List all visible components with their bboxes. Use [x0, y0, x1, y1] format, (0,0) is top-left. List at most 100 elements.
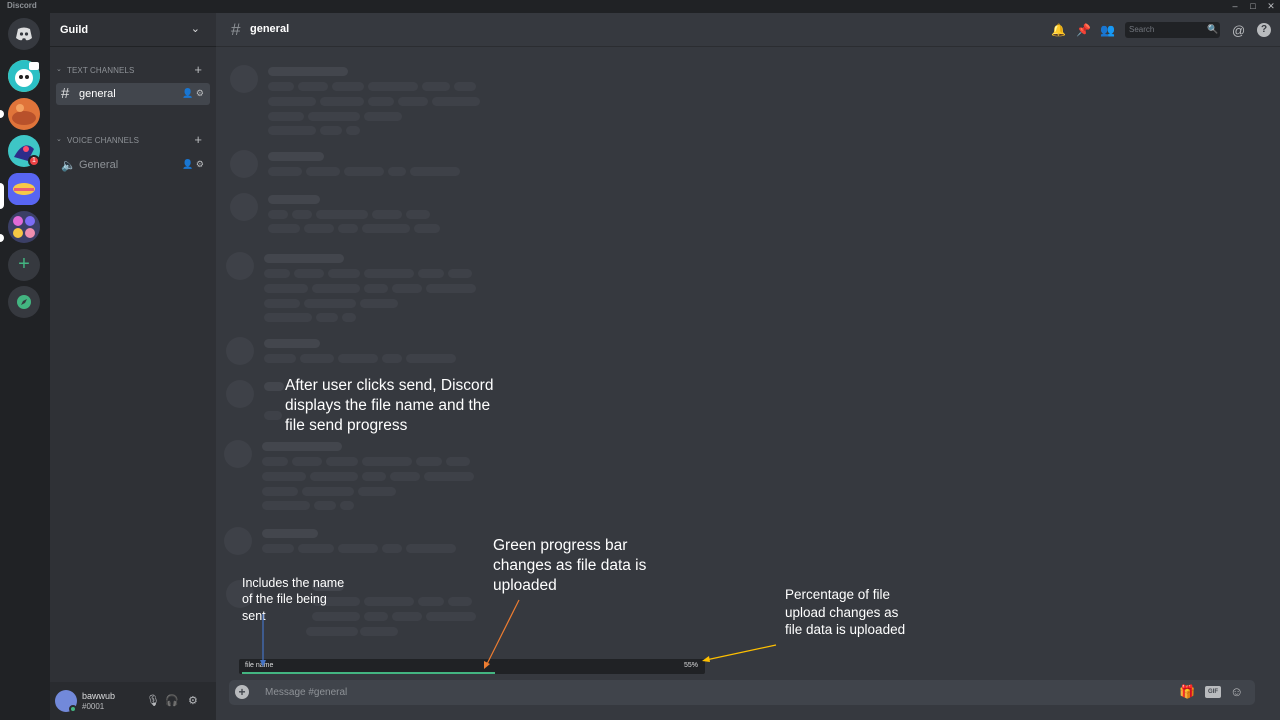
compass-icon: [17, 295, 31, 309]
channel-title: general: [250, 23, 290, 35]
placeholder-line: [268, 210, 288, 219]
placeholder-line: [264, 313, 312, 322]
placeholder-line: [426, 284, 476, 293]
placeholder-line: [454, 82, 476, 91]
server-avatar-icon: [8, 60, 40, 92]
help-icon[interactable]: ?: [1257, 23, 1271, 37]
hash-icon: #: [61, 85, 70, 102]
category-voice-channels[interactable]: VOICE CHANNELS: [67, 136, 139, 145]
placeholder-line: [418, 597, 444, 606]
placeholder-line: [262, 501, 310, 510]
search-placeholder: Search: [1129, 25, 1155, 34]
home-button[interactable]: [8, 18, 40, 50]
add-server-button[interactable]: +: [8, 249, 40, 281]
gif-icon[interactable]: GIF: [1205, 686, 1221, 698]
placeholder-line: [406, 354, 456, 363]
guild-icon-2[interactable]: [8, 98, 40, 130]
placeholder-line: [426, 612, 476, 621]
placeholder-line: [340, 501, 354, 510]
gift-icon[interactable]: 🎁: [1179, 684, 1195, 700]
placeholder-avatar: [224, 440, 252, 468]
placeholder-line: [448, 269, 472, 278]
placeholder-line: [362, 224, 410, 233]
guild-folder[interactable]: [8, 211, 40, 243]
placeholder-line: [310, 472, 358, 481]
bell-icon[interactable]: 🔔: [1051, 23, 1066, 37]
add-channel-icon[interactable]: +: [194, 132, 202, 147]
placeholder-line: [360, 627, 398, 636]
maximize-button[interactable]: □: [1244, 0, 1262, 13]
members-icon[interactable]: 👥: [1100, 23, 1115, 37]
discord-logo-icon: [16, 27, 32, 41]
placeholder-line: [298, 544, 334, 553]
search-input[interactable]: Search 🔍: [1125, 22, 1220, 38]
category-text-channels[interactable]: TEXT CHANNELS: [67, 66, 134, 75]
placeholder-avatar: [224, 527, 252, 555]
unread-pill: [0, 110, 4, 118]
placeholder-line: [362, 457, 412, 466]
placeholder-line: [306, 627, 358, 636]
placeholder-line: [406, 544, 456, 553]
placeholder-line: [388, 167, 406, 176]
placeholder-line: [320, 97, 364, 106]
placeholder-line: [262, 487, 298, 496]
placeholder-line: [410, 167, 460, 176]
voice-channel-general[interactable]: 🔈 General 👤 ⚙: [56, 154, 210, 176]
arrow-progress: [485, 599, 520, 667]
placeholder-line: [346, 126, 360, 135]
placeholder-line: [268, 195, 320, 204]
placeholder-line: [262, 472, 306, 481]
message-composer[interactable]: + Message #general 🎁 GIF ☺: [229, 680, 1255, 705]
placeholder-line: [264, 354, 296, 363]
placeholder-line: [306, 167, 340, 176]
gear-icon[interactable]: ⚙: [188, 694, 198, 707]
collapse-caret-icon[interactable]: ⌄: [56, 65, 62, 73]
minimize-button[interactable]: –: [1226, 0, 1244, 13]
placeholder-line: [314, 501, 336, 510]
selected-pill: [0, 183, 4, 209]
upload-progress-fill: [242, 672, 495, 674]
headphones-icon[interactable]: 🎧: [165, 694, 179, 707]
channel-label: General: [79, 159, 119, 171]
placeholder-line: [298, 82, 328, 91]
microphone-icon[interactable]: 🎙: [146, 694, 160, 707]
placeholder-line: [416, 457, 442, 466]
pin-icon[interactable]: 📌: [1076, 23, 1091, 37]
upload-progress-bar: file name 55%: [239, 659, 705, 674]
add-attachment-icon[interactable]: +: [235, 685, 249, 699]
close-button[interactable]: ✕: [1262, 0, 1280, 13]
guild-header[interactable]: Guild ⌄: [50, 13, 216, 47]
channel-item-general[interactable]: # general 👤 ⚙: [56, 83, 210, 105]
placeholder-avatar: [226, 252, 254, 280]
placeholder-line: [304, 224, 334, 233]
emoji-icon[interactable]: ☺: [1230, 684, 1243, 699]
chevron-down-icon[interactable]: ⌄: [191, 22, 200, 35]
placeholder-line: [358, 487, 396, 496]
placeholder-line: [264, 339, 320, 348]
invite-icon[interactable]: 👤 ⚙: [182, 88, 204, 99]
placeholder-line: [364, 612, 388, 621]
placeholder-line: [368, 97, 394, 106]
explore-button[interactable]: [8, 286, 40, 318]
placeholder-line: [268, 112, 304, 121]
placeholder-line: [326, 457, 358, 466]
collapse-caret-icon[interactable]: ⌄: [56, 135, 62, 143]
at-icon[interactable]: @: [1232, 23, 1245, 38]
placeholder-line: [268, 167, 302, 176]
message-input[interactable]: Message #general: [265, 687, 347, 698]
placeholder-line: [382, 544, 402, 553]
settings-icon[interactable]: 👤 ⚙: [182, 159, 204, 170]
user-discriminator: #0001: [82, 702, 105, 711]
placeholder-line: [364, 597, 414, 606]
placeholder-line: [268, 82, 294, 91]
placeholder-line: [316, 210, 368, 219]
placeholder-line: [406, 210, 430, 219]
placeholder-line: [262, 544, 294, 553]
placeholder-line: [392, 284, 422, 293]
guild-icon-selected[interactable]: [8, 173, 40, 205]
placeholder-line: [268, 97, 316, 106]
placeholder-line: [446, 457, 470, 466]
annotation-progress-bar: Green progress bar changes as file data …: [493, 537, 647, 595]
guild-icon-1[interactable]: [8, 60, 40, 92]
add-channel-icon[interactable]: +: [194, 62, 202, 77]
